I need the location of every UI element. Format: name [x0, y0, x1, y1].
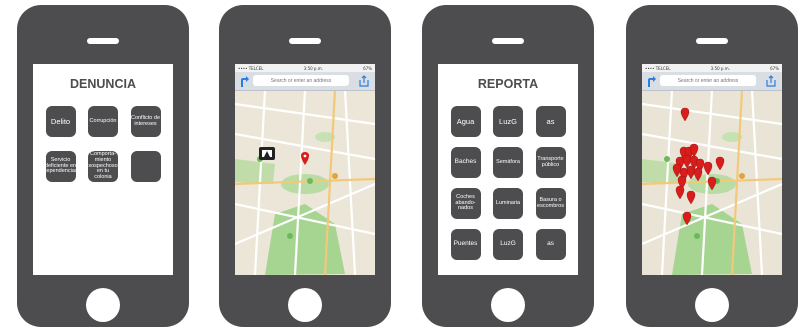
directions-arrow-icon[interactable] — [646, 75, 656, 87]
phone-map-single: •••• TELCEL 3:50 p.m. 67% — [219, 5, 391, 327]
phone-reporta: REPORTA Agua LuzG as Baches Semáfora Tra… — [422, 5, 594, 327]
speaker-slot — [289, 38, 321, 44]
tile-puentes[interactable]: Puentes — [450, 229, 481, 260]
speaker-slot — [696, 38, 728, 44]
tile-transporte-publico[interactable]: Transporte público — [535, 147, 566, 178]
map-canvas[interactable] — [642, 64, 782, 275]
tile-empty[interactable] — [130, 151, 161, 182]
map-canvas[interactable] — [235, 64, 375, 275]
tile-comportamiento-sospechoso[interactable]: Comporta-miento sospechoso en tu colonia — [88, 151, 118, 182]
tile-baches[interactable]: Baches — [450, 147, 481, 178]
carrier-label: •••• TELCEL — [238, 65, 264, 71]
map-view[interactable]: •••• TELCEL 3:50 p.m. 67% — [235, 64, 375, 275]
speaker-slot — [87, 38, 119, 44]
tile-as-2[interactable]: as — [535, 229, 566, 260]
map-screen: •••• TELCEL 3:50 p.m. 67% — [642, 64, 782, 275]
time-label: 3:50 p.m. — [710, 65, 730, 71]
tile-conflicto-intereses[interactable]: Conflicto de intereses — [130, 106, 161, 137]
tile-luz[interactable]: LuzG — [493, 106, 523, 137]
home-button[interactable] — [491, 288, 525, 322]
home-button[interactable] — [288, 288, 322, 322]
search-bar — [642, 72, 782, 91]
speaker-slot — [492, 38, 524, 44]
tile-luminaria[interactable]: Luminaria — [493, 188, 523, 219]
tile-basura-escombros[interactable]: Basura o escombros — [535, 188, 566, 219]
alarm-report-icon[interactable] — [259, 147, 275, 160]
home-button[interactable] — [86, 288, 120, 322]
tile-servicio-deficiente[interactable]: Servicio deficiente en dependencias — [43, 151, 78, 182]
tile-corrupcion[interactable]: Corrupción — [88, 106, 118, 137]
tile-luz-2[interactable]: LuzG — [493, 229, 523, 260]
screen-title: REPORTA — [477, 77, 539, 91]
reporta-screen: REPORTA Agua LuzG as Baches Semáfora Tra… — [438, 64, 578, 275]
battery-label: 67% — [363, 65, 372, 71]
tile-agua[interactable]: Agua — [450, 106, 481, 137]
phone-map-multi: •••• TELCEL 3:50 p.m. 67% — [626, 5, 798, 327]
directions-arrow-icon[interactable] — [239, 75, 249, 87]
share-icon[interactable] — [765, 75, 777, 87]
home-button[interactable] — [695, 288, 729, 322]
tile-as[interactable]: as — [535, 106, 566, 137]
share-icon[interactable] — [358, 75, 370, 87]
tile-semaforos[interactable]: Semáfora — [493, 147, 523, 178]
search-input[interactable] — [660, 75, 756, 86]
denuncia-screen: DENUNCIA Delito Corrupción Conflicto de … — [33, 64, 173, 275]
screen-title: DENUNCIA — [70, 77, 136, 91]
status-bar: •••• TELCEL 3:50 p.m. 67% — [235, 64, 375, 72]
search-input[interactable] — [253, 75, 349, 86]
battery-label: 67% — [770, 65, 779, 71]
phone-denuncia: DENUNCIA Delito Corrupción Conflicto de … — [17, 5, 189, 327]
category-grid: Delito Corrupción Conflicto de intereses… — [33, 106, 173, 182]
tile-delito[interactable]: Delito — [45, 106, 76, 137]
search-bar — [235, 72, 375, 91]
map-screen: •••• TELCEL 3:50 p.m. 67% — [235, 64, 375, 275]
map-view[interactable]: •••• TELCEL 3:50 p.m. 67% — [642, 64, 782, 275]
carrier-label: •••• TELCEL — [645, 65, 671, 71]
category-grid: Agua LuzG as Baches Semáfora Transporte … — [438, 106, 578, 260]
time-label: 3:50 p.m. — [303, 65, 323, 71]
tile-coches-abandonados[interactable]: Coches abando-nados — [450, 188, 481, 219]
status-bar: •••• TELCEL 3:50 p.m. 67% — [642, 64, 782, 72]
